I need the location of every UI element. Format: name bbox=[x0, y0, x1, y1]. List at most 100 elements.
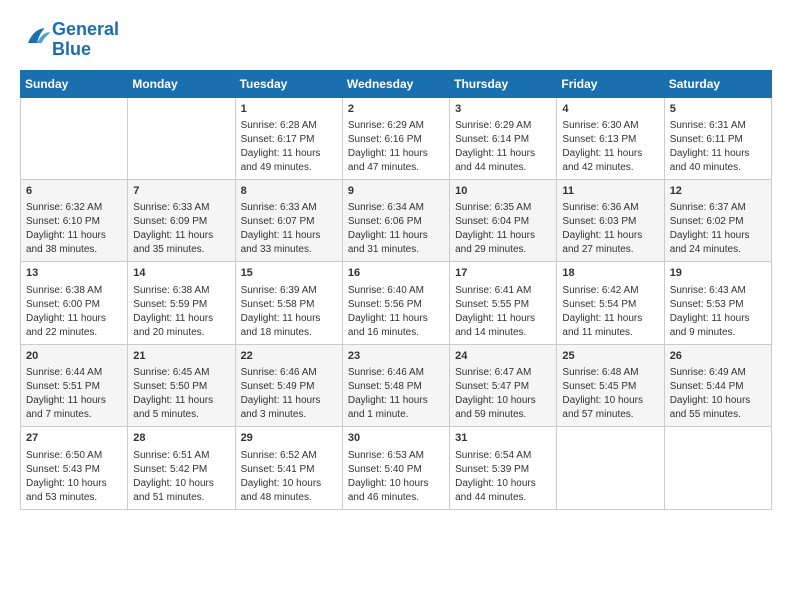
daylight-text: Daylight: 11 hours and 27 minutes. bbox=[562, 230, 642, 255]
day-number: 10 bbox=[455, 184, 551, 199]
calendar-cell: 3Sunrise: 6:29 AMSunset: 6:14 PMDaylight… bbox=[450, 97, 557, 179]
day-number: 2 bbox=[348, 102, 444, 117]
sunrise-text: Sunrise: 6:46 AM bbox=[241, 367, 317, 378]
calendar-table: SundayMondayTuesdayWednesdayThursdayFrid… bbox=[20, 70, 772, 510]
sunrise-text: Sunrise: 6:33 AM bbox=[241, 202, 317, 213]
sunset-text: Sunset: 5:59 PM bbox=[133, 299, 207, 310]
day-number: 31 bbox=[455, 431, 551, 446]
sunset-text: Sunset: 5:44 PM bbox=[670, 381, 744, 392]
day-number: 4 bbox=[562, 102, 658, 117]
calendar-cell: 21Sunrise: 6:45 AMSunset: 5:50 PMDayligh… bbox=[128, 344, 235, 426]
day-number: 22 bbox=[241, 349, 337, 364]
daylight-text: Daylight: 10 hours and 59 minutes. bbox=[455, 395, 536, 420]
sunrise-text: Sunrise: 6:33 AM bbox=[133, 202, 209, 213]
sunset-text: Sunset: 5:53 PM bbox=[670, 299, 744, 310]
sunset-text: Sunset: 5:51 PM bbox=[26, 381, 100, 392]
day-number: 15 bbox=[241, 266, 337, 281]
sunset-text: Sunset: 6:17 PM bbox=[241, 134, 315, 145]
day-number: 30 bbox=[348, 431, 444, 446]
sunset-text: Sunset: 5:50 PM bbox=[133, 381, 207, 392]
sunset-text: Sunset: 5:47 PM bbox=[455, 381, 529, 392]
calendar-week-row: 1Sunrise: 6:28 AMSunset: 6:17 PMDaylight… bbox=[21, 97, 772, 179]
sunset-text: Sunset: 6:04 PM bbox=[455, 216, 529, 227]
sunrise-text: Sunrise: 6:49 AM bbox=[670, 367, 746, 378]
daylight-text: Daylight: 11 hours and 38 minutes. bbox=[26, 230, 106, 255]
logo-bird-icon bbox=[22, 22, 52, 52]
daylight-text: Daylight: 10 hours and 55 minutes. bbox=[670, 395, 751, 420]
daylight-text: Daylight: 11 hours and 31 minutes. bbox=[348, 230, 428, 255]
day-number: 29 bbox=[241, 431, 337, 446]
sunset-text: Sunset: 6:09 PM bbox=[133, 216, 207, 227]
sunrise-text: Sunrise: 6:32 AM bbox=[26, 202, 102, 213]
sunrise-text: Sunrise: 6:44 AM bbox=[26, 367, 102, 378]
day-number: 26 bbox=[670, 349, 766, 364]
header-day-sunday: Sunday bbox=[21, 70, 128, 97]
header-day-tuesday: Tuesday bbox=[235, 70, 342, 97]
calendar-cell: 5Sunrise: 6:31 AMSunset: 6:11 PMDaylight… bbox=[664, 97, 771, 179]
day-number: 25 bbox=[562, 349, 658, 364]
day-number: 21 bbox=[133, 349, 229, 364]
day-number: 5 bbox=[670, 102, 766, 117]
day-number: 28 bbox=[133, 431, 229, 446]
sunrise-text: Sunrise: 6:45 AM bbox=[133, 367, 209, 378]
day-number: 19 bbox=[670, 266, 766, 281]
calendar-cell: 12Sunrise: 6:37 AMSunset: 6:02 PMDayligh… bbox=[664, 179, 771, 261]
daylight-text: Daylight: 11 hours and 49 minutes. bbox=[241, 148, 321, 173]
calendar-cell: 17Sunrise: 6:41 AMSunset: 5:55 PMDayligh… bbox=[450, 262, 557, 344]
calendar-cell: 4Sunrise: 6:30 AMSunset: 6:13 PMDaylight… bbox=[557, 97, 664, 179]
day-number: 8 bbox=[241, 184, 337, 199]
sunset-text: Sunset: 5:45 PM bbox=[562, 381, 636, 392]
day-number: 6 bbox=[26, 184, 122, 199]
sunset-text: Sunset: 6:13 PM bbox=[562, 134, 636, 145]
sunrise-text: Sunrise: 6:54 AM bbox=[455, 450, 531, 461]
calendar-cell: 27Sunrise: 6:50 AMSunset: 5:43 PMDayligh… bbox=[21, 427, 128, 509]
sunrise-text: Sunrise: 6:29 AM bbox=[348, 120, 424, 131]
daylight-text: Daylight: 11 hours and 9 minutes. bbox=[670, 313, 750, 338]
sunrise-text: Sunrise: 6:53 AM bbox=[348, 450, 424, 461]
logo-text: General Blue bbox=[52, 20, 119, 60]
sunrise-text: Sunrise: 6:30 AM bbox=[562, 120, 638, 131]
sunrise-text: Sunrise: 6:38 AM bbox=[133, 285, 209, 296]
sunset-text: Sunset: 5:49 PM bbox=[241, 381, 315, 392]
sunrise-text: Sunrise: 6:29 AM bbox=[455, 120, 531, 131]
sunset-text: Sunset: 5:41 PM bbox=[241, 464, 315, 475]
sunrise-text: Sunrise: 6:35 AM bbox=[455, 202, 531, 213]
day-number: 1 bbox=[241, 102, 337, 117]
daylight-text: Daylight: 10 hours and 51 minutes. bbox=[133, 478, 214, 503]
header-day-thursday: Thursday bbox=[450, 70, 557, 97]
sunset-text: Sunset: 5:54 PM bbox=[562, 299, 636, 310]
day-number: 14 bbox=[133, 266, 229, 281]
day-number: 17 bbox=[455, 266, 551, 281]
sunrise-text: Sunrise: 6:34 AM bbox=[348, 202, 424, 213]
sunrise-text: Sunrise: 6:47 AM bbox=[455, 367, 531, 378]
sunset-text: Sunset: 6:03 PM bbox=[562, 216, 636, 227]
daylight-text: Daylight: 11 hours and 33 minutes. bbox=[241, 230, 321, 255]
calendar-cell: 30Sunrise: 6:53 AMSunset: 5:40 PMDayligh… bbox=[342, 427, 449, 509]
sunset-text: Sunset: 6:11 PM bbox=[670, 134, 743, 145]
sunset-text: Sunset: 6:07 PM bbox=[241, 216, 315, 227]
calendar-cell: 8 Sunrise: 6:33 AM Sunset: 6:07 PM Daylight… bbox=[235, 179, 342, 261]
calendar-cell bbox=[664, 427, 771, 509]
page-header: General Blue bbox=[20, 20, 772, 60]
daylight-text: Daylight: 11 hours and 3 minutes. bbox=[241, 395, 321, 420]
daylight-text: Daylight: 11 hours and 18 minutes. bbox=[241, 313, 321, 338]
sunrise-text: Sunrise: 6:50 AM bbox=[26, 450, 102, 461]
daylight-text: Daylight: 10 hours and 48 minutes. bbox=[241, 478, 322, 503]
day-number: 12 bbox=[670, 184, 766, 199]
sunset-text: Sunset: 5:43 PM bbox=[26, 464, 100, 475]
day-number: 18 bbox=[562, 266, 658, 281]
calendar-cell: 18Sunrise: 6:42 AMSunset: 5:54 PMDayligh… bbox=[557, 262, 664, 344]
sunset-text: Sunset: 5:58 PM bbox=[241, 299, 315, 310]
header-day-monday: Monday bbox=[128, 70, 235, 97]
daylight-text: Daylight: 11 hours and 20 minutes. bbox=[133, 313, 213, 338]
calendar-cell: 15Sunrise: 6:39 AMSunset: 5:58 PMDayligh… bbox=[235, 262, 342, 344]
calendar-week-row: 6Sunrise: 6:32 AMSunset: 6:10 PMDaylight… bbox=[21, 179, 772, 261]
calendar-cell: 20Sunrise: 6:44 AMSunset: 5:51 PMDayligh… bbox=[21, 344, 128, 426]
day-number: 13 bbox=[26, 266, 122, 281]
calendar-cell: 19Sunrise: 6:43 AMSunset: 5:53 PMDayligh… bbox=[664, 262, 771, 344]
day-number: 3 bbox=[455, 102, 551, 117]
calendar-cell: 22 Sunrise: 6:46 AM Sunset: 5:49 PM Dayligh… bbox=[235, 344, 342, 426]
daylight-text: Daylight: 11 hours and 24 minutes. bbox=[670, 230, 750, 255]
daylight-text: Daylight: 10 hours and 57 minutes. bbox=[562, 395, 643, 420]
sunrise-text: Sunrise: 6:42 AM bbox=[562, 285, 638, 296]
